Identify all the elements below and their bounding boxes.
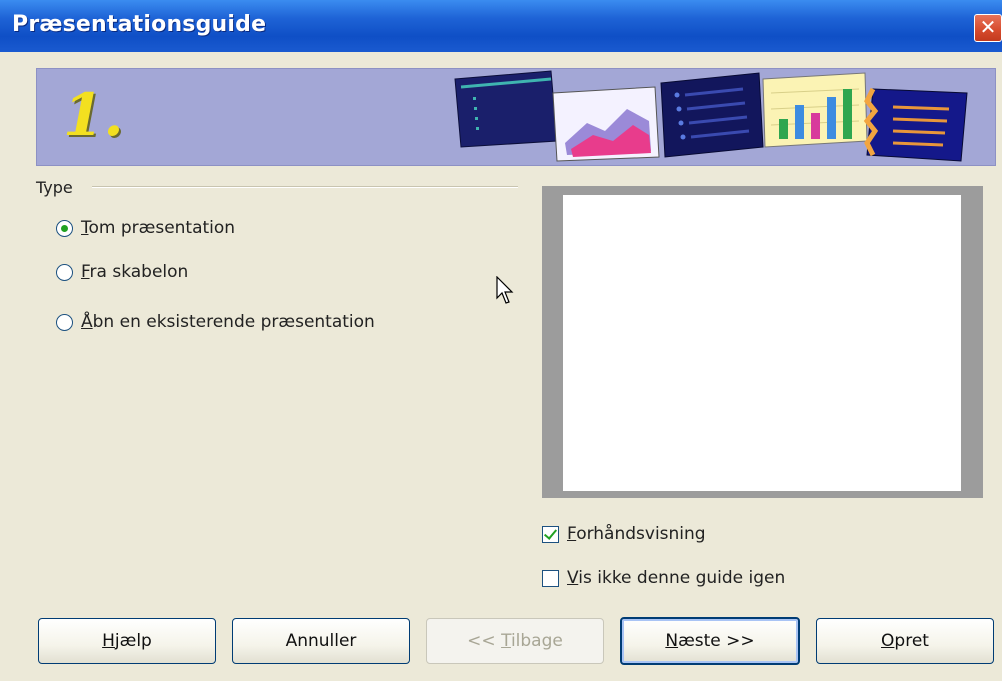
checkbox-checked[interactable]: [542, 525, 559, 543]
mouse-cursor-icon: [496, 276, 514, 304]
title-bar[interactable]: Præsentationsguide ✕: [0, 0, 1002, 52]
checkbox-label-dont-show-again: Vis ikke denne guide igen: [567, 568, 786, 588]
group-divider: [92, 186, 518, 188]
next-button[interactable]: Næste >>: [620, 617, 800, 665]
area-chart-icon: [552, 86, 660, 162]
checkbox-label-preview: Forhåndsvisning: [567, 524, 706, 544]
wizard-banner: 1.: [36, 68, 996, 166]
create-button[interactable]: Opret: [816, 618, 994, 664]
help-button[interactable]: Hjælp: [38, 618, 216, 664]
close-icon[interactable]: ✕: [974, 14, 1002, 42]
radio-button[interactable]: [56, 263, 73, 281]
radio-open-existing[interactable]: Åbn en eksisterende præsentation: [56, 312, 375, 332]
preview-canvas: [563, 195, 961, 491]
radio-from-template[interactable]: Fra skabelon: [56, 262, 188, 282]
type-group-label: Type: [36, 178, 73, 197]
checkbox-dont-show-again[interactable]: Vis ikke denne guide igen: [542, 568, 785, 588]
radio-label-open-existing: Åbn en eksisterende præsentation: [81, 312, 375, 332]
text-slide-icon: [863, 87, 968, 162]
radio-label-empty-presentation: Tom præsentation: [81, 218, 236, 238]
preview-pane: [542, 186, 983, 498]
checkbox-preview[interactable]: Forhåndsvisning: [542, 524, 706, 544]
back-button[interactable]: << Tilbage: [426, 618, 604, 664]
radio-button[interactable]: [56, 313, 73, 331]
radio-label-from-template: Fra skabelon: [81, 262, 189, 282]
slide-list-icon: [454, 70, 558, 148]
presentation-wizard-dialog: Præsentationsguide ✕ 1. Type Tom præsent…: [0, 0, 1002, 681]
bullet-slide-icon: [660, 72, 764, 158]
banner-illustration: [454, 70, 968, 162]
window-title: Præsentationsguide: [12, 12, 267, 37]
radio-empty-presentation[interactable]: Tom præsentation: [56, 218, 235, 238]
radio-button-selected[interactable]: [56, 219, 73, 237]
cancel-button[interactable]: Annuller: [232, 618, 410, 664]
checkbox-unchecked[interactable]: [542, 569, 559, 587]
bar-chart-icon: [762, 72, 868, 148]
